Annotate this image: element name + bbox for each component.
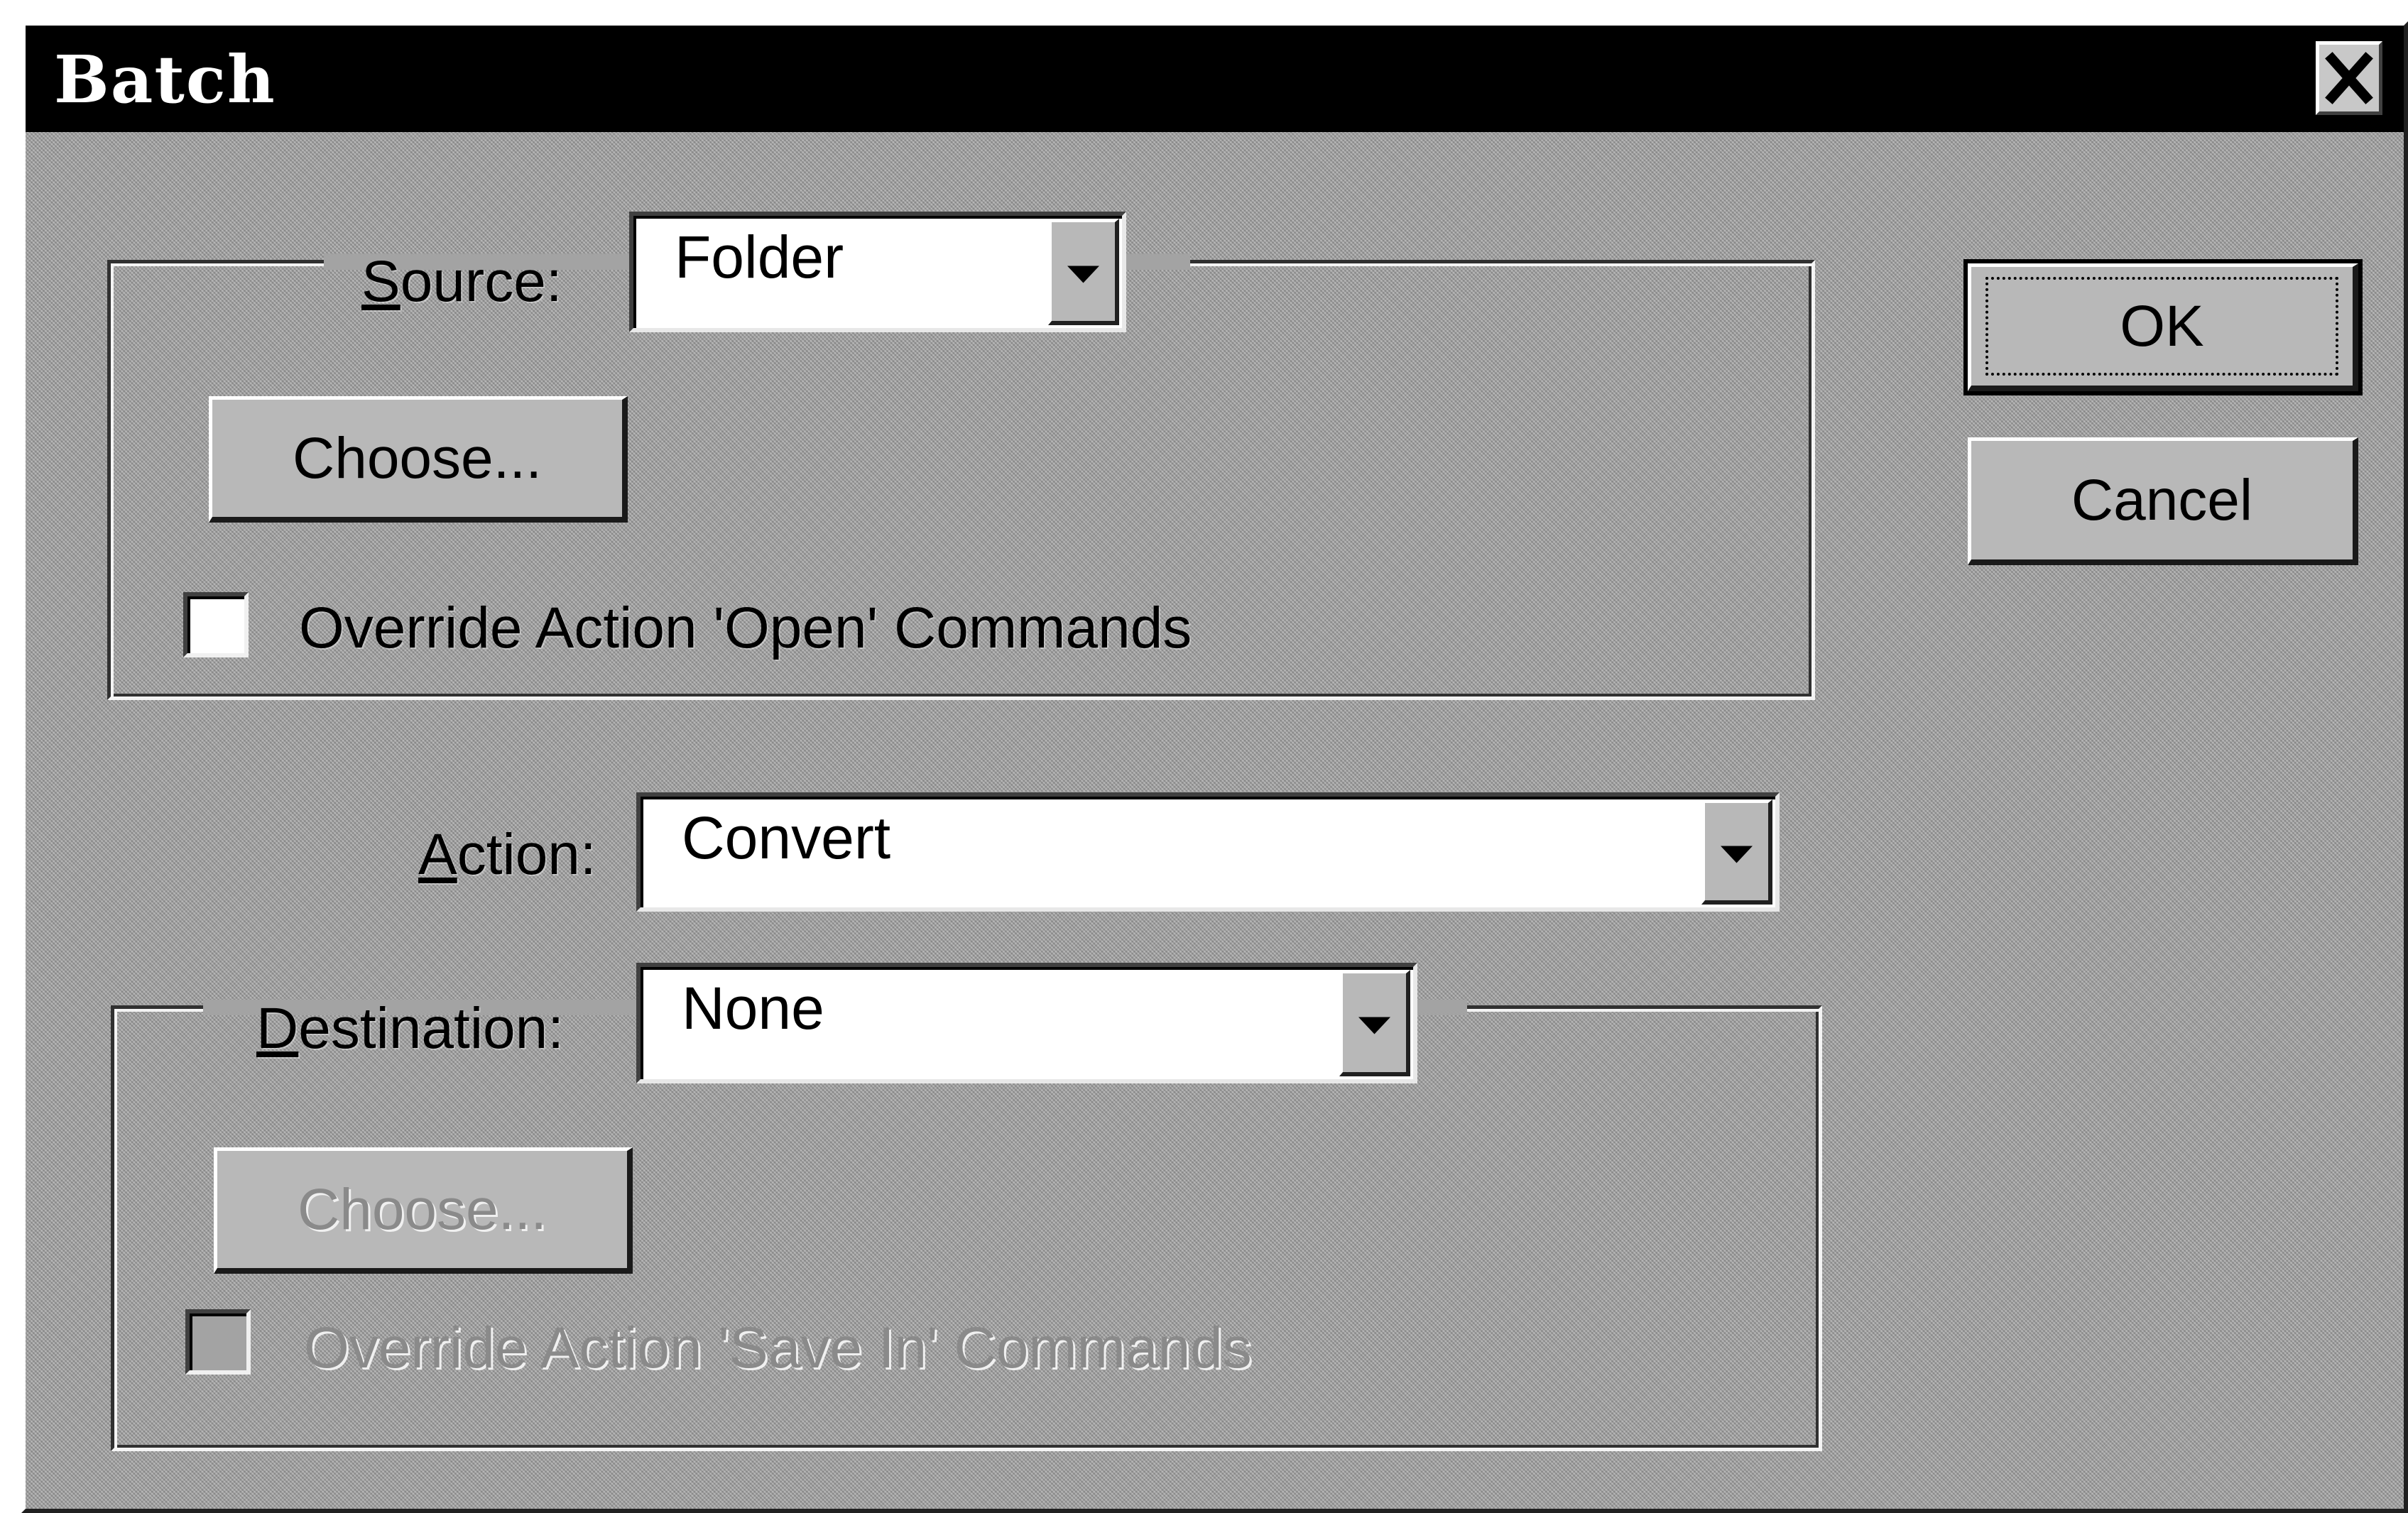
source-choose-button[interactable]: Choose...: [209, 396, 628, 523]
chevron-down-icon: [1721, 846, 1753, 863]
title-bar[interactable]: Batch: [26, 26, 2404, 132]
action-label: Action:: [418, 822, 596, 887]
destination-label: Destination:: [256, 996, 565, 1061]
destination-dropdown[interactable]: None: [636, 963, 1417, 1083]
chevron-down-icon: [1067, 266, 1099, 283]
override-save-in-label: Override Action 'Save In' Commands: [304, 1316, 1252, 1380]
cancel-button[interactable]: Cancel: [1968, 437, 2358, 565]
destination-dropdown-arrow[interactable]: [1339, 970, 1410, 1076]
ok-button[interactable]: OK: [1963, 259, 2363, 395]
source-dropdown-arrow[interactable]: [1048, 219, 1119, 325]
action-dropdown-arrow[interactable]: [1701, 799, 1772, 905]
close-icon: [2325, 52, 2373, 104]
action-dropdown-value: Convert: [682, 804, 891, 871]
override-open-checkbox[interactable]: [183, 592, 249, 657]
override-open-label: Override Action 'Open' Commands: [299, 596, 1192, 660]
close-button[interactable]: [2316, 41, 2382, 115]
batch-dialog: Batch Source: Folder Choose... Override …: [21, 21, 2408, 1513]
override-save-in-checkbox[interactable]: [185, 1309, 251, 1375]
destination-choose-button[interactable]: Choose...: [214, 1147, 633, 1274]
source-dropdown[interactable]: Folder: [629, 212, 1126, 332]
action-dropdown[interactable]: Convert: [636, 792, 1780, 912]
destination-dropdown-value: None: [682, 975, 824, 1042]
window-title: Batch: [54, 41, 276, 118]
source-dropdown-value: Folder: [675, 224, 844, 290]
source-label: Source:: [361, 249, 562, 314]
chevron-down-icon: [1358, 1017, 1390, 1034]
